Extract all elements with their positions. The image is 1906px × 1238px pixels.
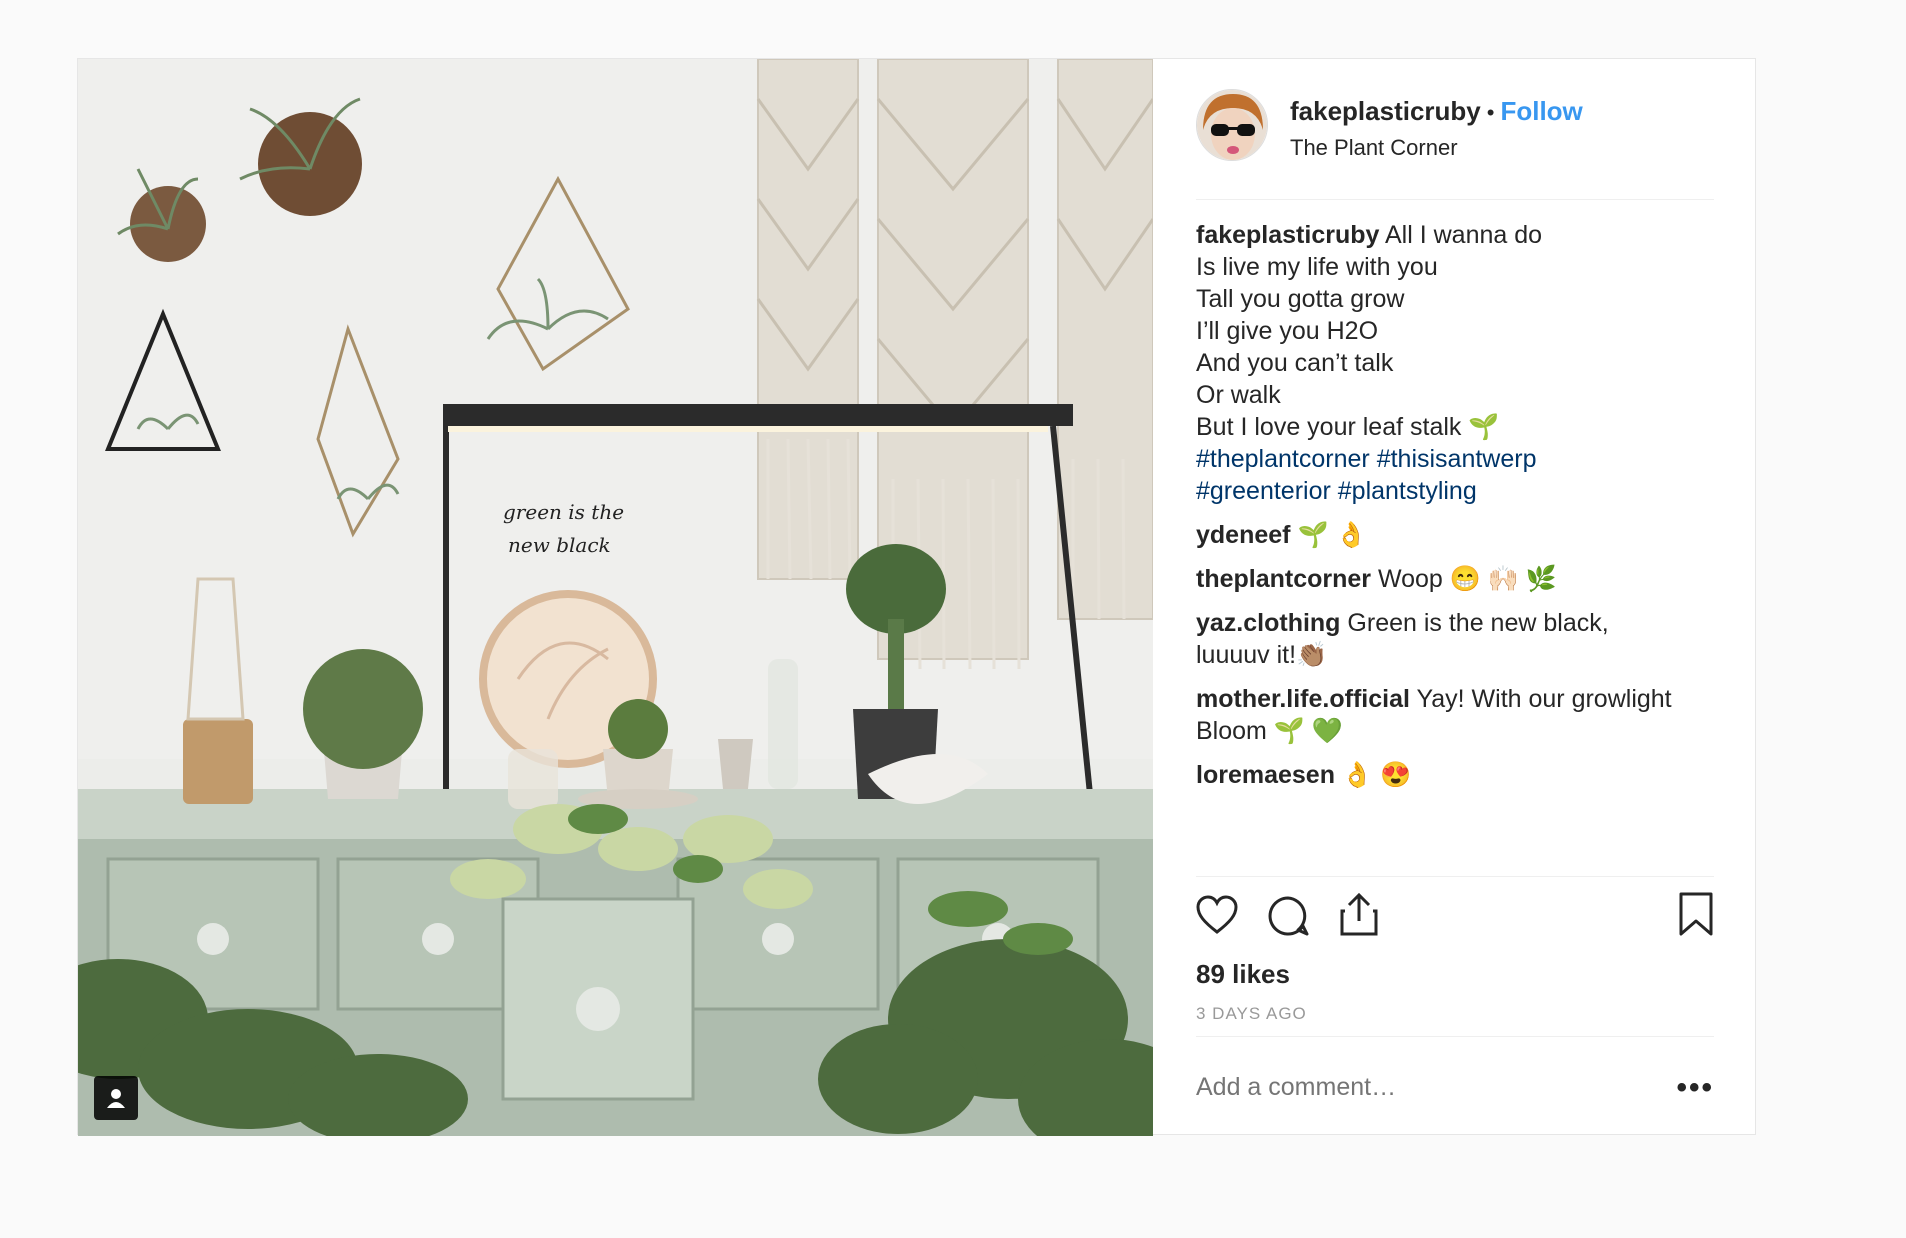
photo-illustration: green is the new black [78,59,1153,1136]
add-comment-input[interactable] [1196,1073,1636,1102]
post-photo[interactable]: green is the new black [78,59,1153,1136]
comment-icon[interactable] [1267,895,1309,942]
comment-text: 👌 😍 [1341,761,1412,789]
comment-username[interactable]: mother.life.official [1196,685,1410,713]
post-timestamp[interactable]: 3 DAYS AGO [1196,1004,1307,1024]
avatar[interactable] [1196,89,1268,161]
hashtag-link[interactable]: #theplantcorner [1196,445,1370,473]
caption-line: Tall you gotta grow [1196,285,1405,313]
hashtag-link[interactable]: #thisisantwerp [1377,445,1537,473]
caption-line: But I love your leaf stalk 🌱 [1196,413,1500,441]
comment-item: loremaesen 👌 😍 [1196,759,1714,791]
post-card: green is the new black fakeplasticruby •… [77,58,1756,1136]
comment-item: theplantcorner Woop 😁 🙌🏻 🌿 [1196,563,1714,595]
caption-line: And you can’t talk [1196,349,1394,377]
follow-button[interactable]: Follow [1500,96,1582,126]
more-options-icon[interactable]: ••• [1676,1071,1714,1105]
comment-item: yaz.clothing Green is the new black, luu… [1196,607,1636,671]
caption-username[interactable]: fakeplasticruby [1196,221,1379,249]
action-bar [1196,877,1714,967]
photo-text-line1: green is the [503,500,624,524]
caption-line: All I wanna do [1385,221,1543,249]
author-username[interactable]: fakeplasticruby [1290,96,1481,126]
caption-line: Or walk [1196,381,1281,409]
heart-icon[interactable] [1196,895,1238,940]
comments-list: fakeplasticruby All I wanna do Is live m… [1196,219,1714,791]
comment-username[interactable]: loremaesen [1196,761,1335,789]
hashtag-link[interactable]: #greenterior [1196,477,1331,505]
comment-item: mother.life.official Yay! With our growl… [1196,683,1716,747]
actions-section: 89 likes 3 DAYS AGO [1196,876,1714,1023]
comment-username[interactable]: theplantcorner [1196,565,1371,593]
user-tag-icon[interactable] [94,1076,138,1120]
hashtag-link[interactable]: #plantstyling [1338,477,1477,505]
header-text: fakeplasticruby • Follow The Plant Corner [1290,96,1583,161]
comment-username[interactable]: yaz.clothing [1196,609,1340,637]
comment-text: 🌱 👌 [1297,521,1367,549]
likes-count[interactable]: 89 likes [1196,959,1290,990]
share-icon[interactable] [1338,891,1380,942]
comment-text: Woop 😁 🙌🏻 🌿 [1377,565,1558,593]
caption-line: I’ll give you H2O [1196,317,1379,345]
add-comment-section: ••• [1196,1036,1714,1136]
separator-dot: • [1486,100,1495,125]
post-header: fakeplasticruby • Follow The Plant Corner [1196,59,1714,200]
comment-username[interactable]: ydeneef [1196,521,1290,549]
location-link[interactable]: The Plant Corner [1290,135,1583,161]
caption-line: Is live my life with you [1196,253,1438,281]
bookmark-icon[interactable] [1678,891,1714,942]
comment-item: ydeneef 🌱 👌 [1196,519,1714,551]
photo-text-line2: new black [508,533,611,557]
post-side-panel: fakeplasticruby • Follow The Plant Corner … [1153,59,1755,1134]
caption: fakeplasticruby All I wanna do Is live m… [1196,219,1714,507]
